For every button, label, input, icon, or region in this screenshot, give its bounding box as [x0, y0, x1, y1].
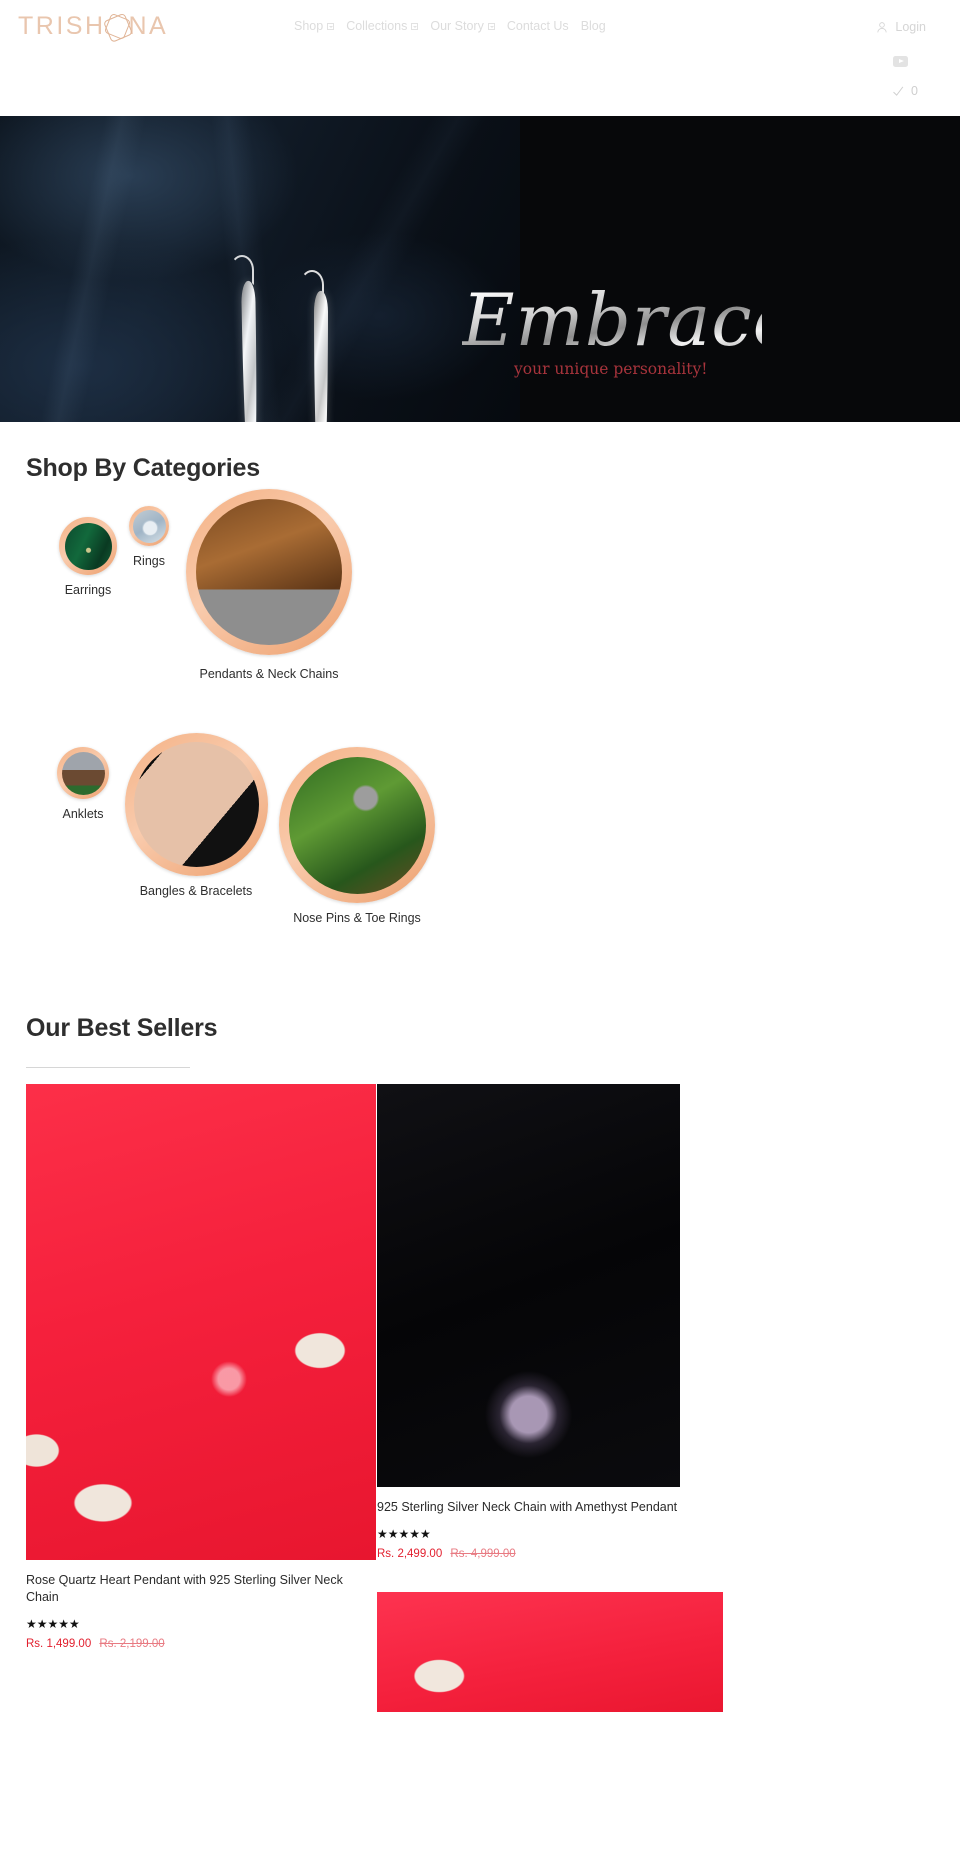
category-thumbnail-ring — [124, 733, 268, 876]
logo-text-part2: NA — [128, 11, 169, 40]
product-card[interactable]: Rose Quartz Heart Pendant with 925 Sterl… — [26, 1084, 376, 1650]
hero-headline: Embrace — [462, 278, 797, 362]
nav-item-our-story[interactable]: Our Story — [430, 19, 495, 33]
youtube-button[interactable] — [893, 56, 908, 67]
earring-hook-icon — [230, 255, 254, 285]
login-button[interactable]: Login — [876, 20, 926, 34]
youtube-icon — [893, 56, 908, 67]
product-image — [377, 1592, 723, 1712]
nav-item-collections[interactable]: Collections — [346, 19, 419, 33]
product-title: 925 Sterling Silver Neck Chain with Amet… — [377, 1500, 678, 1514]
product-title: Rose Quartz Heart Pendant with 925 Sterl… — [26, 1573, 343, 1604]
category-thumbnail-ring — [186, 489, 352, 655]
logo-ring-icon — [103, 12, 131, 40]
cart-button[interactable]: 0 — [892, 84, 918, 98]
site-logo[interactable]: TRISH NA — [18, 8, 168, 44]
check-icon — [893, 86, 904, 96]
category-label-pendants: Pendants & Neck Chains — [199, 667, 339, 681]
category-card-nose-pins[interactable]: Nose Pins & Toe Rings — [254, 747, 460, 925]
category-label-earrings: Earrings — [64, 583, 112, 597]
earring-shape — [314, 290, 328, 422]
category-image-bangles — [133, 742, 259, 867]
logo-text-part1: TRISH — [18, 11, 106, 40]
main-navigation: Shop Collections Our Story Contact Us Bl… — [294, 19, 606, 33]
nav-label-collections: Collections — [346, 19, 408, 33]
categories-heading: Shop By Categories — [26, 454, 260, 482]
nav-label-blog: Blog — [580, 19, 606, 33]
product-compare-price: Rs. 4,999.00 — [450, 1547, 516, 1560]
product-rating-stars: ★★★★★ — [377, 1526, 431, 1541]
hero-banner[interactable]: Embrace your unique personality! — [0, 116, 960, 422]
product-price-row: Rs. 2,499.00 Rs. 4,999.00 — [377, 1548, 680, 1560]
nav-label-contact-us: Contact Us — [506, 19, 569, 33]
section-divider — [26, 1067, 190, 1068]
hero-copy: Embrace your unique personality! — [462, 278, 797, 379]
product-rating-stars: ★★★★★ — [26, 1616, 80, 1631]
hero-subheadline: your unique personality! — [514, 360, 708, 379]
categories-row-1: Earrings Rings Pendants & Neck Chains — [26, 489, 456, 739]
hero-product-photo — [0, 116, 520, 422]
categories-row-2: Anklets Bangles & Bracelets Nose Pins & … — [26, 733, 456, 962]
product-card[interactable]: 925 Sterling Silver Neck Chain with Amet… — [377, 1084, 680, 1560]
nav-label-our-story: Our Story — [430, 19, 484, 33]
user-icon — [877, 21, 888, 32]
best-sellers-section: Our Best Sellers Rose Quartz Heart Penda… — [0, 962, 960, 1712]
nav-label-shop: Shop — [294, 19, 324, 33]
product-price: Rs. 2,499.00 — [377, 1547, 443, 1560]
category-image-nose-pins — [288, 756, 426, 894]
nav-item-shop[interactable]: Shop — [294, 19, 335, 33]
site-header: TRISH NA Shop Collections Our Story Conta… — [0, 0, 960, 116]
chevron-down-icon — [487, 22, 495, 30]
product-price: Rs. 1,499.00 — [26, 1637, 92, 1650]
category-image-pendants — [196, 499, 342, 645]
product-card[interactable] — [377, 1592, 723, 1712]
chevron-down-icon — [327, 22, 335, 30]
cart-count: 0 — [911, 84, 918, 98]
earring-hook-icon — [300, 270, 324, 300]
product-image — [377, 1084, 680, 1487]
nav-item-blog[interactable]: Blog — [581, 19, 606, 33]
logo-wordmark: TRISH NA — [18, 12, 168, 41]
login-label: Login — [895, 20, 926, 34]
category-label-nose-pins: Nose Pins & Toe Rings — [293, 911, 421, 925]
product-compare-price: Rs. 2,199.00 — [99, 1637, 165, 1650]
category-thumbnail-ring — [279, 747, 435, 903]
earring-shape — [241, 280, 259, 422]
product-price-row: Rs. 1,499.00 Rs. 2,199.00 — [26, 1638, 376, 1650]
nav-item-contact-us[interactable]: Contact Us — [507, 19, 569, 33]
category-card-pendants[interactable]: Pendants & Neck Chains — [154, 489, 384, 681]
categories-section: Shop By Categories Earrings Rings Pendan… — [0, 422, 960, 962]
product-image — [26, 1084, 376, 1560]
best-sellers-heading: Our Best Sellers — [26, 1014, 218, 1042]
chevron-down-icon — [411, 22, 419, 30]
